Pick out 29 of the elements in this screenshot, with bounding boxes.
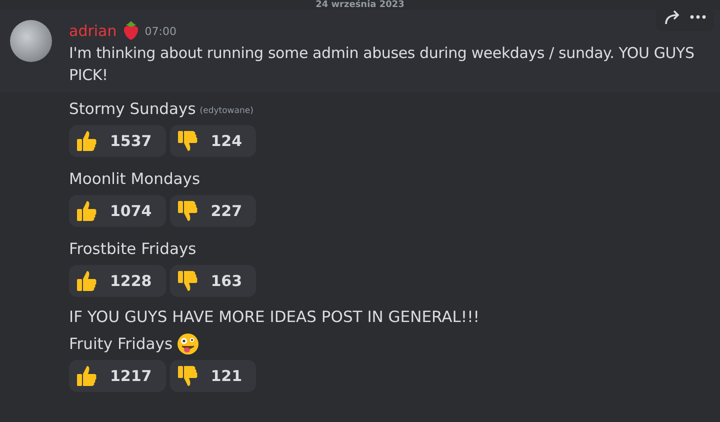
thumbs-down-icon — [176, 364, 199, 388]
thumbs-up-icon — [76, 364, 98, 388]
strawberry-icon — [122, 21, 140, 41]
announcement-text: IF YOU GUYS HAVE MORE IDEAS POST IN GENERAL!!! — [69, 307, 481, 328]
timestamp: 07:00 — [144, 24, 176, 38]
thumbs-up-icon — [76, 269, 98, 293]
reaction-button[interactable]: 163 — [170, 265, 256, 297]
reaction-button[interactable]: 124 — [170, 125, 256, 157]
thumbs-down-icon — [176, 129, 199, 153]
reaction-button[interactable]: 121 — [170, 360, 256, 392]
date-divider: 24 września 2023 — [316, 0, 404, 10]
reaction-button[interactable]: 227 — [170, 195, 256, 227]
more-options-icon[interactable] — [690, 15, 706, 19]
option-title: Frostbite Fridays — [69, 240, 196, 258]
thumbs-down-icon — [176, 199, 199, 223]
thumbs-up-icon — [76, 199, 98, 223]
avatar[interactable] — [10, 20, 52, 62]
thumbs-up-icon — [76, 129, 98, 153]
reaction-button[interactable]: 1228 — [69, 265, 166, 297]
reaction-button[interactable]: 1537 — [69, 125, 166, 157]
option-title: Moonlit Mondays — [69, 170, 200, 188]
edited-label: (edytowane) — [200, 106, 254, 116]
forward-arrow-icon[interactable] — [664, 9, 682, 25]
thumbs-down-icon — [176, 269, 199, 293]
reaction-button[interactable]: 1217 — [69, 360, 166, 392]
message-text: I'm thinking about running some admin abuses during weekdays / sunday. YOU GUYS PICK! — [69, 43, 696, 86]
option-title: Fruity Fridays — [69, 335, 173, 353]
option-title: Stormy Sundays — [69, 100, 196, 118]
reaction-button[interactable]: 1074 — [69, 195, 166, 227]
